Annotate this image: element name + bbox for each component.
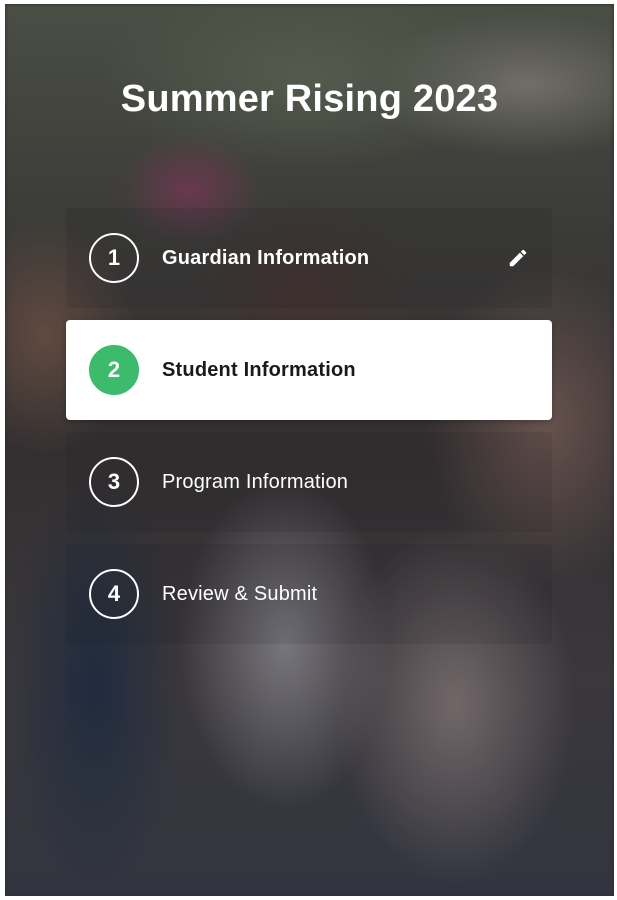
step-list: 1 Guardian Information 2 Student Informa… [66, 208, 552, 656]
page-title: Summer Rising 2023 [120, 78, 499, 120]
step-label: Program Information [162, 470, 349, 493]
step-number-badge: 3 [89, 457, 139, 507]
pencil-icon [509, 249, 527, 267]
step-label: Student Information [162, 358, 356, 381]
registration-wizard: Summer Rising 2023 1 Guardian Informatio… [5, 4, 614, 896]
step-number-badge: 4 [89, 569, 139, 619]
step-label: Review & Submit [162, 582, 318, 605]
edit-guardian-button[interactable] [504, 244, 532, 272]
step-review-submit[interactable]: 4 Review & Submit [66, 544, 552, 644]
step-program-information[interactable]: 3 Program Information [66, 432, 552, 532]
step-student-information[interactable]: 2 Student Information [66, 320, 552, 420]
step-number-badge: 1 [89, 233, 139, 283]
step-number-badge: 2 [89, 345, 139, 395]
step-guardian-information[interactable]: 1 Guardian Information [66, 208, 552, 308]
step-label: Guardian Information [162, 246, 370, 269]
